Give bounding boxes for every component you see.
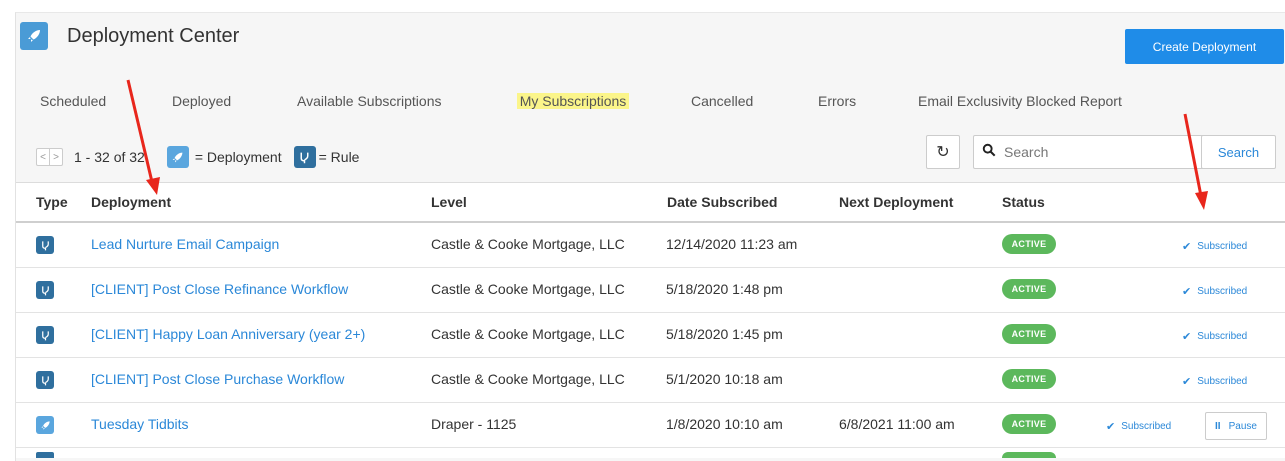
date-subscribed-text: 5/18/2020 1:48 pm (666, 281, 783, 297)
table-row: [CLIENT] Post Close Purchase Workflow Ca… (16, 358, 1285, 403)
status-badge: ACTIVE (1002, 324, 1056, 344)
date-subscribed-text: 1/8/2020 10:10 am (666, 416, 783, 432)
table-toolbar: < > 1 - 32 of 32 = Deployment = Rule ↻ S… (16, 122, 1285, 183)
col-level[interactable]: Level (431, 194, 467, 210)
subscribed-toggle[interactable]: ✔ Subscribed (1182, 285, 1247, 298)
pause-icon: II (1215, 420, 1221, 432)
date-subscribed-text: 5/1/2020 10:18 am (666, 371, 783, 387)
next-deployment-text: 6/8/2021 11:00 am (839, 416, 955, 432)
level-text: Castle & Cooke Mortgage, LLC (431, 371, 625, 387)
branch-icon (36, 281, 54, 299)
subscribed-toggle[interactable]: ✔ Subscribed (1182, 375, 1247, 388)
tab-errors[interactable]: Errors (818, 80, 856, 122)
subscribed-toggle[interactable]: ✔ Subscribed (1182, 330, 1247, 343)
status-badge (1002, 452, 1056, 458)
legend-rule-label: = Rule (318, 149, 360, 165)
pager: < > 1 - 32 of 32 = Deployment = Rule (36, 146, 359, 168)
legend-deployment-label: = Deployment (194, 149, 282, 165)
pager-prev-button[interactable]: < (37, 149, 50, 165)
type-legend: = Deployment = Rule (166, 146, 360, 168)
table-header: Type Deployment Level Date Subscribed Ne… (16, 183, 1285, 223)
search-input[interactable] (1002, 143, 1186, 161)
search-button[interactable]: Search (1201, 135, 1276, 169)
table-row: Tuesday Tidbits Draper - 1125 1/8/2020 1… (16, 403, 1285, 448)
deployment-link[interactable]: [CLIENT] Post Close Refinance Workflow (91, 281, 348, 297)
branch-icon (36, 236, 54, 254)
status-badge: ACTIVE (1002, 279, 1056, 299)
pause-button[interactable]: II Pause (1205, 412, 1267, 440)
tab-scheduled[interactable]: Scheduled (40, 80, 106, 122)
check-icon: ✔ (1182, 241, 1192, 253)
page-title: Deployment Center (67, 24, 240, 47)
col-date-subscribed[interactable]: Date Subscribed (667, 194, 777, 210)
level-text: Castle & Cooke Mortgage, LLC (431, 281, 625, 297)
status-badge: ACTIVE (1002, 234, 1056, 254)
col-deployment[interactable]: Deployment (91, 194, 171, 210)
result-count: 1 - 32 of 32 (74, 149, 145, 165)
col-status[interactable]: Status (1002, 194, 1045, 210)
create-deployment-button[interactable]: Create Deployment (1125, 29, 1284, 64)
date-subscribed-text: 5/18/2020 1:45 pm (666, 326, 783, 342)
rocket-icon (20, 22, 48, 50)
deployment-link[interactable]: [CLIENT] Post Close Purchase Workflow (91, 371, 344, 387)
col-next-deployment[interactable]: Next Deployment (839, 194, 953, 210)
branch-icon (36, 326, 54, 344)
table-row-partial (16, 448, 1285, 458)
page-header: Deployment Center (20, 19, 239, 53)
pager-next-button[interactable]: > (50, 149, 62, 165)
search-box (973, 135, 1205, 169)
level-text: Castle & Cooke Mortgage, LLC (431, 326, 625, 342)
check-icon: ✔ (1106, 421, 1116, 433)
refresh-button[interactable]: ↻ (926, 135, 960, 169)
tab-email-exclusivity-blocked-report[interactable]: Email Exclusivity Blocked Report (918, 80, 1122, 122)
table-row: Lead Nurture Email Campaign Castle & Coo… (16, 223, 1285, 268)
deployment-link[interactable]: Lead Nurture Email Campaign (91, 236, 279, 252)
status-badge: ACTIVE (1002, 414, 1056, 434)
date-subscribed-text: 12/14/2020 11:23 am (666, 236, 798, 252)
level-text: Draper - 1125 (431, 416, 517, 432)
rocket-icon (36, 416, 54, 434)
col-type[interactable]: Type (36, 194, 68, 210)
subscribed-toggle[interactable]: ✔ Subscribed (1182, 240, 1247, 253)
deployment-link[interactable]: Tuesday Tidbits (91, 416, 189, 432)
check-icon: ✔ (1182, 331, 1192, 343)
status-badge: ACTIVE (1002, 369, 1056, 389)
deployment-link[interactable]: [CLIENT] Happy Loan Anniversary (year 2+… (91, 326, 365, 342)
tab-bar: Scheduled Deployed Available Subscriptio… (16, 80, 1285, 124)
subscriptions-table: Type Deployment Level Date Subscribed Ne… (16, 183, 1285, 458)
table-row: [CLIENT] Happy Loan Anniversary (year 2+… (16, 313, 1285, 358)
tab-available-subscriptions[interactable]: Available Subscriptions (297, 80, 442, 122)
subscribed-toggle[interactable]: ✔ Subscribed (1106, 420, 1171, 433)
table-row: [CLIENT] Post Close Refinance Workflow C… (16, 268, 1285, 313)
tab-my-subscriptions[interactable]: My Subscriptions (484, 80, 662, 124)
search-icon (982, 143, 996, 162)
branch-icon (36, 452, 54, 458)
branch-icon (293, 146, 316, 168)
check-icon: ✔ (1182, 286, 1192, 298)
level-text: Castle & Cooke Mortgage, LLC (431, 236, 625, 252)
branch-icon (36, 371, 54, 389)
tab-deployed[interactable]: Deployed (172, 80, 231, 122)
rocket-icon (166, 146, 189, 168)
check-icon: ✔ (1182, 376, 1192, 388)
refresh-icon: ↻ (936, 144, 950, 161)
tab-cancelled[interactable]: Cancelled (691, 80, 753, 122)
